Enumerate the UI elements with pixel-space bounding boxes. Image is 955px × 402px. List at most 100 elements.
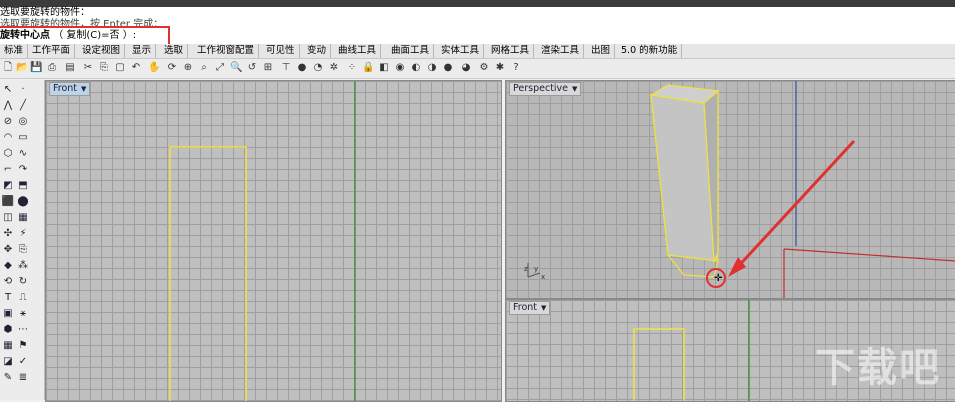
tab-standard[interactable]: 标准 bbox=[0, 44, 29, 58]
properties-icon[interactable]: ▤ bbox=[64, 62, 76, 74]
offset-icon[interactable]: ↷ bbox=[16, 163, 30, 177]
transform-icon[interactable]: ✣ bbox=[1, 227, 15, 241]
open-file-icon[interactable]: 📂 bbox=[16, 62, 28, 74]
grid-icon[interactable]: ▦ bbox=[1, 339, 15, 353]
boolean-icon[interactable]: ◫ bbox=[1, 211, 15, 225]
pan-hand-icon[interactable]: ✋ bbox=[148, 62, 160, 74]
render-sphere-icon[interactable]: ● bbox=[442, 62, 454, 74]
new-file-icon[interactable]: 🗋 bbox=[2, 62, 14, 74]
check-icon[interactable]: ✓ bbox=[16, 355, 30, 369]
color-wheel-icon[interactable]: ◉ bbox=[394, 62, 406, 74]
viewport-label-perspective[interactable]: Perspective ▼ bbox=[509, 82, 582, 96]
shaded-icon[interactable]: ◐ bbox=[410, 62, 422, 74]
point-icon[interactable]: · bbox=[16, 83, 30, 97]
tab-viewport-layout[interactable]: 工作视窗配置 bbox=[193, 44, 260, 58]
polygon-icon[interactable]: ⬡ bbox=[1, 147, 15, 161]
perspective-canvas: ✛ z y x bbox=[524, 81, 955, 298]
array-icon[interactable]: ⁂ bbox=[16, 259, 30, 273]
tab-display[interactable]: 显示 bbox=[128, 44, 157, 58]
paste-icon[interactable]: ▢ bbox=[114, 62, 126, 74]
tab-surface-tools[interactable]: 曲面工具 bbox=[387, 44, 435, 58]
render-icon[interactable]: ◪ bbox=[1, 355, 15, 369]
zoom-extents-icon[interactable]: ⤢ bbox=[214, 62, 226, 74]
four-view-icon[interactable]: ⊞ bbox=[262, 62, 274, 74]
layer-icon[interactable]: ◧ bbox=[378, 62, 390, 74]
edit-icon[interactable]: ✎ bbox=[1, 371, 15, 385]
line-icon[interactable]: ╱ bbox=[16, 99, 30, 113]
ellipse-icon[interactable]: ◎ bbox=[16, 115, 30, 129]
tab-solid-tools[interactable]: 实体工具 bbox=[437, 44, 485, 58]
settings-icon[interactable]: ⚙ bbox=[478, 62, 490, 74]
extrude-icon[interactable]: ⬒ bbox=[16, 179, 30, 193]
box-icon[interactable]: ⬛ bbox=[1, 195, 15, 209]
box-outline-front-small[interactable] bbox=[633, 328, 685, 401]
mirror-icon[interactable]: ◆ bbox=[1, 259, 15, 273]
dimension-icon[interactable]: ⋯ bbox=[16, 323, 30, 337]
surface-icon[interactable]: ◩ bbox=[1, 179, 15, 193]
viewport-label-front[interactable]: Front ▼ bbox=[49, 82, 91, 96]
zoom-selected-icon[interactable]: 🔍 bbox=[230, 62, 242, 74]
box-outline-front[interactable] bbox=[169, 146, 247, 401]
move-icon[interactable]: ✥ bbox=[1, 243, 15, 257]
line-type-icon[interactable]: ≣ bbox=[16, 371, 30, 385]
tab-visibility[interactable]: 可见性 bbox=[262, 44, 300, 58]
split-icon[interactable]: T bbox=[1, 291, 15, 305]
arc-icon[interactable]: ◠ bbox=[1, 131, 15, 145]
explode-icon[interactable]: ⚹ bbox=[16, 307, 30, 321]
mesh-icon[interactable]: ▦ bbox=[16, 211, 30, 225]
show-icon[interactable]: ✲ bbox=[328, 62, 340, 74]
left-toolbar: ↖ · ⋀ ╱ ⊘ ◎ ◠ ▭ ⬡ ∿ ⌐ ↷ ◩ ⬒ ⬛ ⬤ ◫ ▦ ✣ ⚡ … bbox=[0, 80, 45, 400]
tab-mesh-tools[interactable]: 网格工具 bbox=[487, 44, 535, 58]
tab-transform[interactable]: 变动 bbox=[303, 44, 332, 58]
rotate-3d-icon[interactable]: ↻ bbox=[16, 275, 30, 289]
material-icon[interactable]: ◕ bbox=[460, 62, 472, 74]
cube-icon[interactable]: ⬢ bbox=[1, 323, 15, 337]
chevron-down-icon: ▼ bbox=[81, 85, 87, 93]
front-viewport[interactable]: Front ▼ bbox=[45, 80, 502, 402]
perspective-viewport[interactable]: ✛ z y x Perspective ▼ bbox=[505, 80, 955, 299]
freeform-icon[interactable]: ∿ bbox=[16, 147, 30, 161]
cut-icon[interactable]: ✂ bbox=[82, 62, 94, 74]
tab-render-tools[interactable]: 渲染工具 bbox=[537, 44, 585, 58]
chevron-down-icon: ▼ bbox=[572, 85, 578, 93]
save-icon[interactable]: 💾 bbox=[30, 62, 42, 74]
zoom-icon[interactable]: ⊕ bbox=[182, 62, 194, 74]
rectangle-icon[interactable]: ▭ bbox=[16, 131, 30, 145]
scale-icon[interactable]: ⚡ bbox=[16, 227, 30, 241]
rotate-icon[interactable]: ⟲ bbox=[1, 275, 15, 289]
tab-layout[interactable]: 出图 bbox=[587, 44, 616, 58]
tab-select[interactable]: 选取 bbox=[160, 44, 189, 58]
copy-object-icon[interactable]: ⎘ bbox=[16, 243, 30, 257]
chevron-down-icon: ▼ bbox=[541, 304, 547, 312]
tab-cplane[interactable]: 工作平面 bbox=[28, 44, 76, 58]
print-icon[interactable]: ⎙ bbox=[46, 62, 58, 74]
polyline-icon[interactable]: ⋀ bbox=[1, 99, 15, 113]
fillet-icon[interactable]: ⌐ bbox=[1, 163, 15, 177]
options-icon[interactable]: ✱ bbox=[494, 62, 506, 74]
help-icon[interactable]: ? bbox=[510, 62, 522, 74]
tab-whats-new[interactable]: 5.0 的新功能 bbox=[617, 44, 683, 58]
tab-set-view[interactable]: 设定视图 bbox=[78, 44, 126, 58]
rendered-icon[interactable]: ◑ bbox=[426, 62, 438, 74]
analyze-icon[interactable]: ⚑ bbox=[16, 339, 30, 353]
rotate-view-icon[interactable]: ⟳ bbox=[166, 62, 178, 74]
trim-icon[interactable]: ⎍ bbox=[16, 291, 30, 305]
cplane-icon[interactable]: ⊤ bbox=[280, 62, 292, 74]
select-icon[interactable]: ● bbox=[296, 62, 308, 74]
sphere-icon[interactable]: ⬤ bbox=[16, 195, 30, 209]
group-icon[interactable]: ▣ bbox=[1, 307, 15, 321]
viewport-label-front-small[interactable]: Front ▼ bbox=[509, 301, 551, 315]
points-icon[interactable]: ⁘ bbox=[346, 62, 358, 74]
copy-icon[interactable]: ⎘ bbox=[98, 62, 110, 74]
hide-icon[interactable]: ◔ bbox=[312, 62, 324, 74]
undo-icon[interactable]: ↶ bbox=[130, 62, 142, 74]
command-line-1: 选取要旋转的物件： bbox=[0, 7, 90, 18]
front-viewport-canvas bbox=[169, 81, 356, 401]
main-toolbar: 🗋 📂 💾 ⎙ ▤ ✂ ⎘ ▢ ↶ ✋ ⟳ ⊕ ⌕ ⤢ 🔍 ↺ ⊞ ⊤ ● ◔ … bbox=[0, 59, 955, 79]
undo-view-icon[interactable]: ↺ bbox=[246, 62, 258, 74]
circle-icon[interactable]: ⊘ bbox=[1, 115, 15, 129]
tab-curve-tools[interactable]: 曲线工具 bbox=[334, 44, 382, 58]
lock-icon[interactable]: 🔒 bbox=[362, 62, 374, 74]
zoom-window-icon[interactable]: ⌕ bbox=[198, 62, 210, 74]
select-arrow-icon[interactable]: ↖ bbox=[1, 83, 15, 97]
